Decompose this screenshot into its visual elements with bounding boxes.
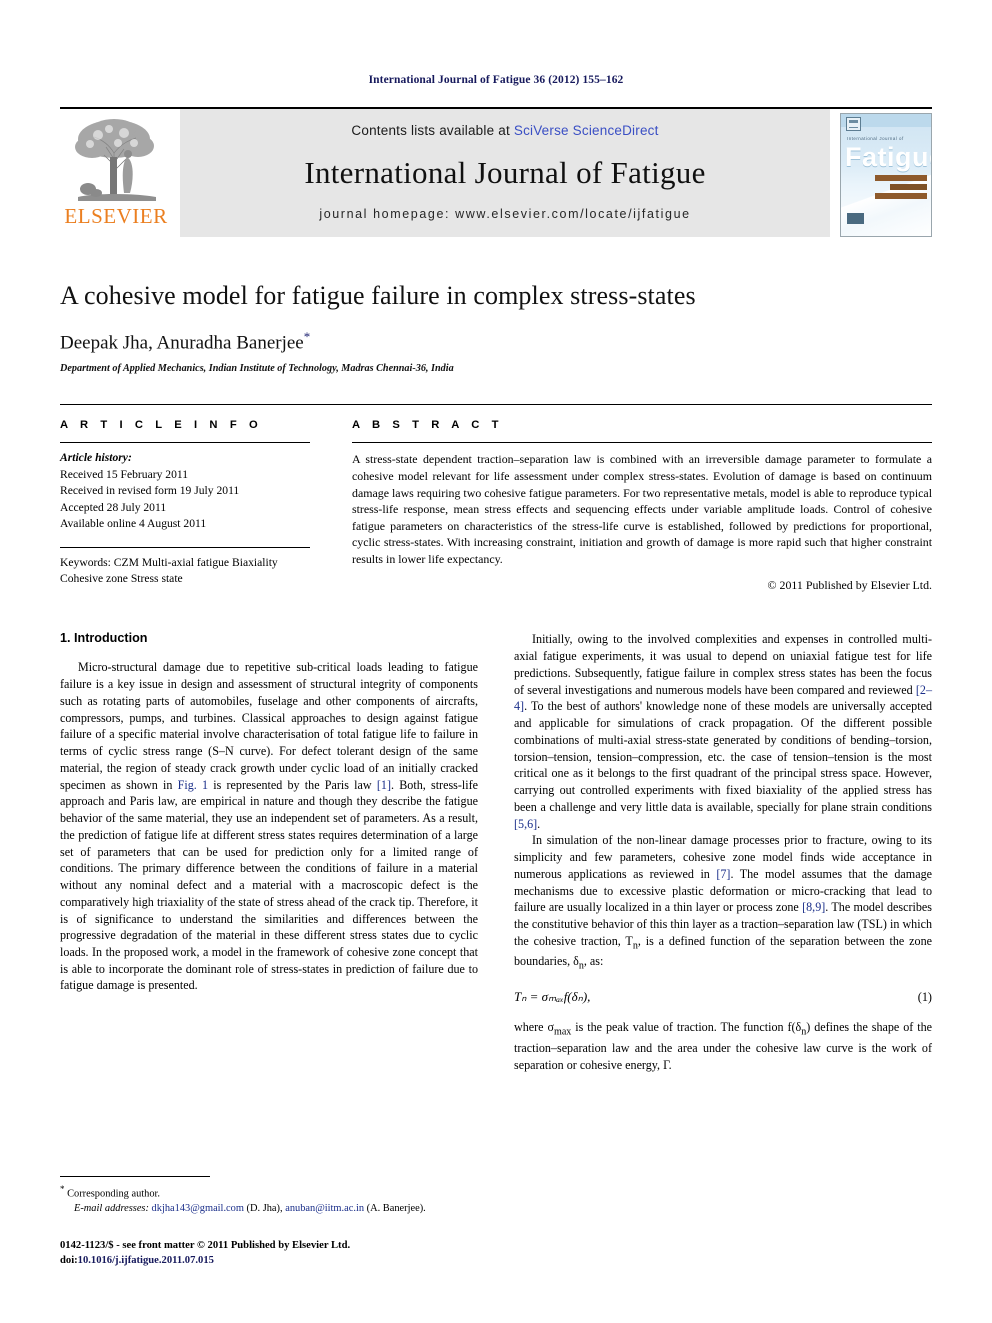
footnote-rule xyxy=(60,1176,210,1177)
email-owner-jha: (D. Jha), xyxy=(243,1203,286,1215)
cover-big-title: Fatigue xyxy=(845,142,931,172)
email-label: E-mail addresses: xyxy=(74,1203,149,1215)
journal-band: Contents lists available at SciVerse Sci… xyxy=(180,109,830,237)
journal-homepage-line[interactable]: journal homepage: www.elsevier.com/locat… xyxy=(319,207,690,221)
history-item: Received 15 February 2011 xyxy=(60,467,189,481)
equation-1-expression: Tₙ = σₘₐₓf(δₙ), xyxy=(514,989,591,1005)
history-item: Available online 4 August 2011 xyxy=(60,517,207,531)
doi-prefix: doi: xyxy=(60,1255,78,1267)
paragraph-text: where σ xyxy=(514,1020,554,1035)
journal-masthead: ELSEVIER Contents lists available at Sci… xyxy=(60,107,932,237)
paragraph-text: . Both, stress-life approach and Paris l… xyxy=(60,777,479,993)
equation-1-number: (1) xyxy=(917,990,932,1005)
journal-cover-thumbnail: International Journal of Fatigue xyxy=(840,113,932,237)
paragraph: Micro-structural damage due to repetitiv… xyxy=(60,659,478,994)
email-note: E-mail addresses: dkjha143@gmail.com (D.… xyxy=(60,1202,478,1217)
imprint-block: 0142-1123/$ - see front matter © 2011 Pu… xyxy=(60,1238,490,1269)
author-list: Deepak Jha, Anuradha Banerjee* xyxy=(60,329,932,354)
email-owner-banerjee: (A. Banerjee). xyxy=(364,1203,426,1215)
corresponding-author-note: * Corresponding author. xyxy=(60,1183,478,1202)
citation-link[interactable]: [8,9] xyxy=(802,900,825,914)
article-info-column: A R T I C L E I N F O Article history: R… xyxy=(60,419,310,593)
citation-link[interactable]: [7] xyxy=(716,867,730,881)
cover-badge-bars xyxy=(875,175,927,202)
history-item: Accepted 28 July 2011 xyxy=(60,500,167,514)
sciencedirect-link[interactable]: SciVerse ScienceDirect xyxy=(514,123,659,138)
subscript: max xyxy=(554,1026,572,1038)
paragraph: Initially, owing to the involved complex… xyxy=(514,631,932,832)
abstract-copyright: © 2011 Published by Elsevier Ltd. xyxy=(767,578,932,593)
abstract-heading: A B S T R A C T xyxy=(352,419,504,432)
cover-small-label: International Journal of xyxy=(847,136,904,141)
contents-available-line: Contents lists available at SciVerse Sci… xyxy=(351,123,658,138)
doi-line: doi:10.1016/j.ijfatigue.2011.07.015 xyxy=(60,1253,490,1268)
corresponding-author-marker: * xyxy=(303,329,311,344)
paragraph: In simulation of the non-linear damage p… xyxy=(514,832,932,973)
keywords-label: Keywords: xyxy=(60,555,111,569)
keyword-item: Biaxiality xyxy=(231,555,278,569)
article-info-heading: A R T I C L E I N F O xyxy=(60,419,263,432)
citation-link[interactable]: [5,6] xyxy=(514,817,537,831)
elsevier-tree-icon xyxy=(64,113,168,205)
paragraph-text: is the peak value of traction. The funct… xyxy=(571,1020,802,1035)
title-block: A cohesive model for fatigue failure in … xyxy=(60,281,932,374)
front-matter-line: 0142-1123/$ - see front matter © 2011 Pu… xyxy=(60,1240,351,1251)
elsevier-wordmark: ELSEVIER xyxy=(64,204,168,228)
paragraph-text: is represented by the Paris law xyxy=(208,777,377,792)
affiliation: Department of Applied Mechanics, Indian … xyxy=(60,363,454,375)
author-names: Deepak Jha, Anuradha Banerjee xyxy=(60,332,304,354)
keyword-item: Cohesive zone xyxy=(60,572,128,586)
paragraph-text: Micro-structural damage due to repetitiv… xyxy=(60,660,478,792)
keywords-group: Keywords: CZM Multi-axial fatigue Biaxia… xyxy=(60,548,310,588)
info-abstract-block: A R T I C L E I N F O Article history: R… xyxy=(60,404,932,593)
doi-link[interactable]: 10.1016/j.ijfatigue.2011.07.015 xyxy=(78,1255,214,1266)
email-link-jha[interactable]: dkjha143@gmail.com xyxy=(152,1203,244,1214)
page-title: A cohesive model for fatigue failure in … xyxy=(60,281,696,310)
paragraph-text: Initially, owing to the involved complex… xyxy=(514,632,932,697)
paragraph: where σmax is the peak value of traction… xyxy=(514,1019,932,1073)
citation-link[interactable]: [1] xyxy=(377,778,391,792)
journal-title: International Journal of Fatigue xyxy=(304,154,706,190)
keyword-item: Multi-axial fatigue xyxy=(141,555,230,569)
body-columns: 1. Introduction Micro-structural damage … xyxy=(60,631,932,1151)
cover-elsevier-logo-icon xyxy=(847,213,864,224)
article-page: International Journal of Fatigue 36 (201… xyxy=(0,0,992,1323)
equation-1-line: Tₙ = σₘₐₓf(δₙ), (1) xyxy=(514,989,932,1005)
abstract-text: A stress-state dependent traction–separa… xyxy=(352,452,932,566)
section-heading-introduction: 1. Introduction xyxy=(60,631,148,646)
article-history-group: Article history: Received 15 February 20… xyxy=(60,443,310,532)
paragraph-text: . xyxy=(537,816,541,831)
contents-prefix: Contents lists available at xyxy=(351,123,514,138)
keyword-item: Stress state xyxy=(130,572,183,586)
paragraph-text: , as: xyxy=(583,954,604,969)
keyword-item: CZM xyxy=(113,555,139,569)
email-link-banerjee[interactable]: anuban@iitm.ac.in xyxy=(285,1203,364,1214)
corresponding-author-text: Corresponding author. xyxy=(64,1188,161,1200)
article-history-label: Article history: xyxy=(60,451,132,465)
cover-publisher-mark-icon xyxy=(846,117,861,131)
footnote-area: * Corresponding author. E-mail addresses… xyxy=(60,1176,478,1217)
history-item: Received in revised form 19 July 2011 xyxy=(60,484,240,498)
running-head: International Journal of Fatigue 36 (201… xyxy=(368,74,624,86)
abstract-column: A B S T R A C T A stress-state dependent… xyxy=(352,419,932,593)
paragraph-text: . To the best of authors' knowledge none… xyxy=(514,699,932,814)
elsevier-logo: ELSEVIER xyxy=(60,109,172,237)
body-column-right: Initially, owing to the involved complex… xyxy=(514,631,932,1151)
figure-reference-link[interactable]: Fig. 1 xyxy=(178,778,208,792)
body-column-left: 1. Introduction Micro-structural damage … xyxy=(60,631,478,1151)
